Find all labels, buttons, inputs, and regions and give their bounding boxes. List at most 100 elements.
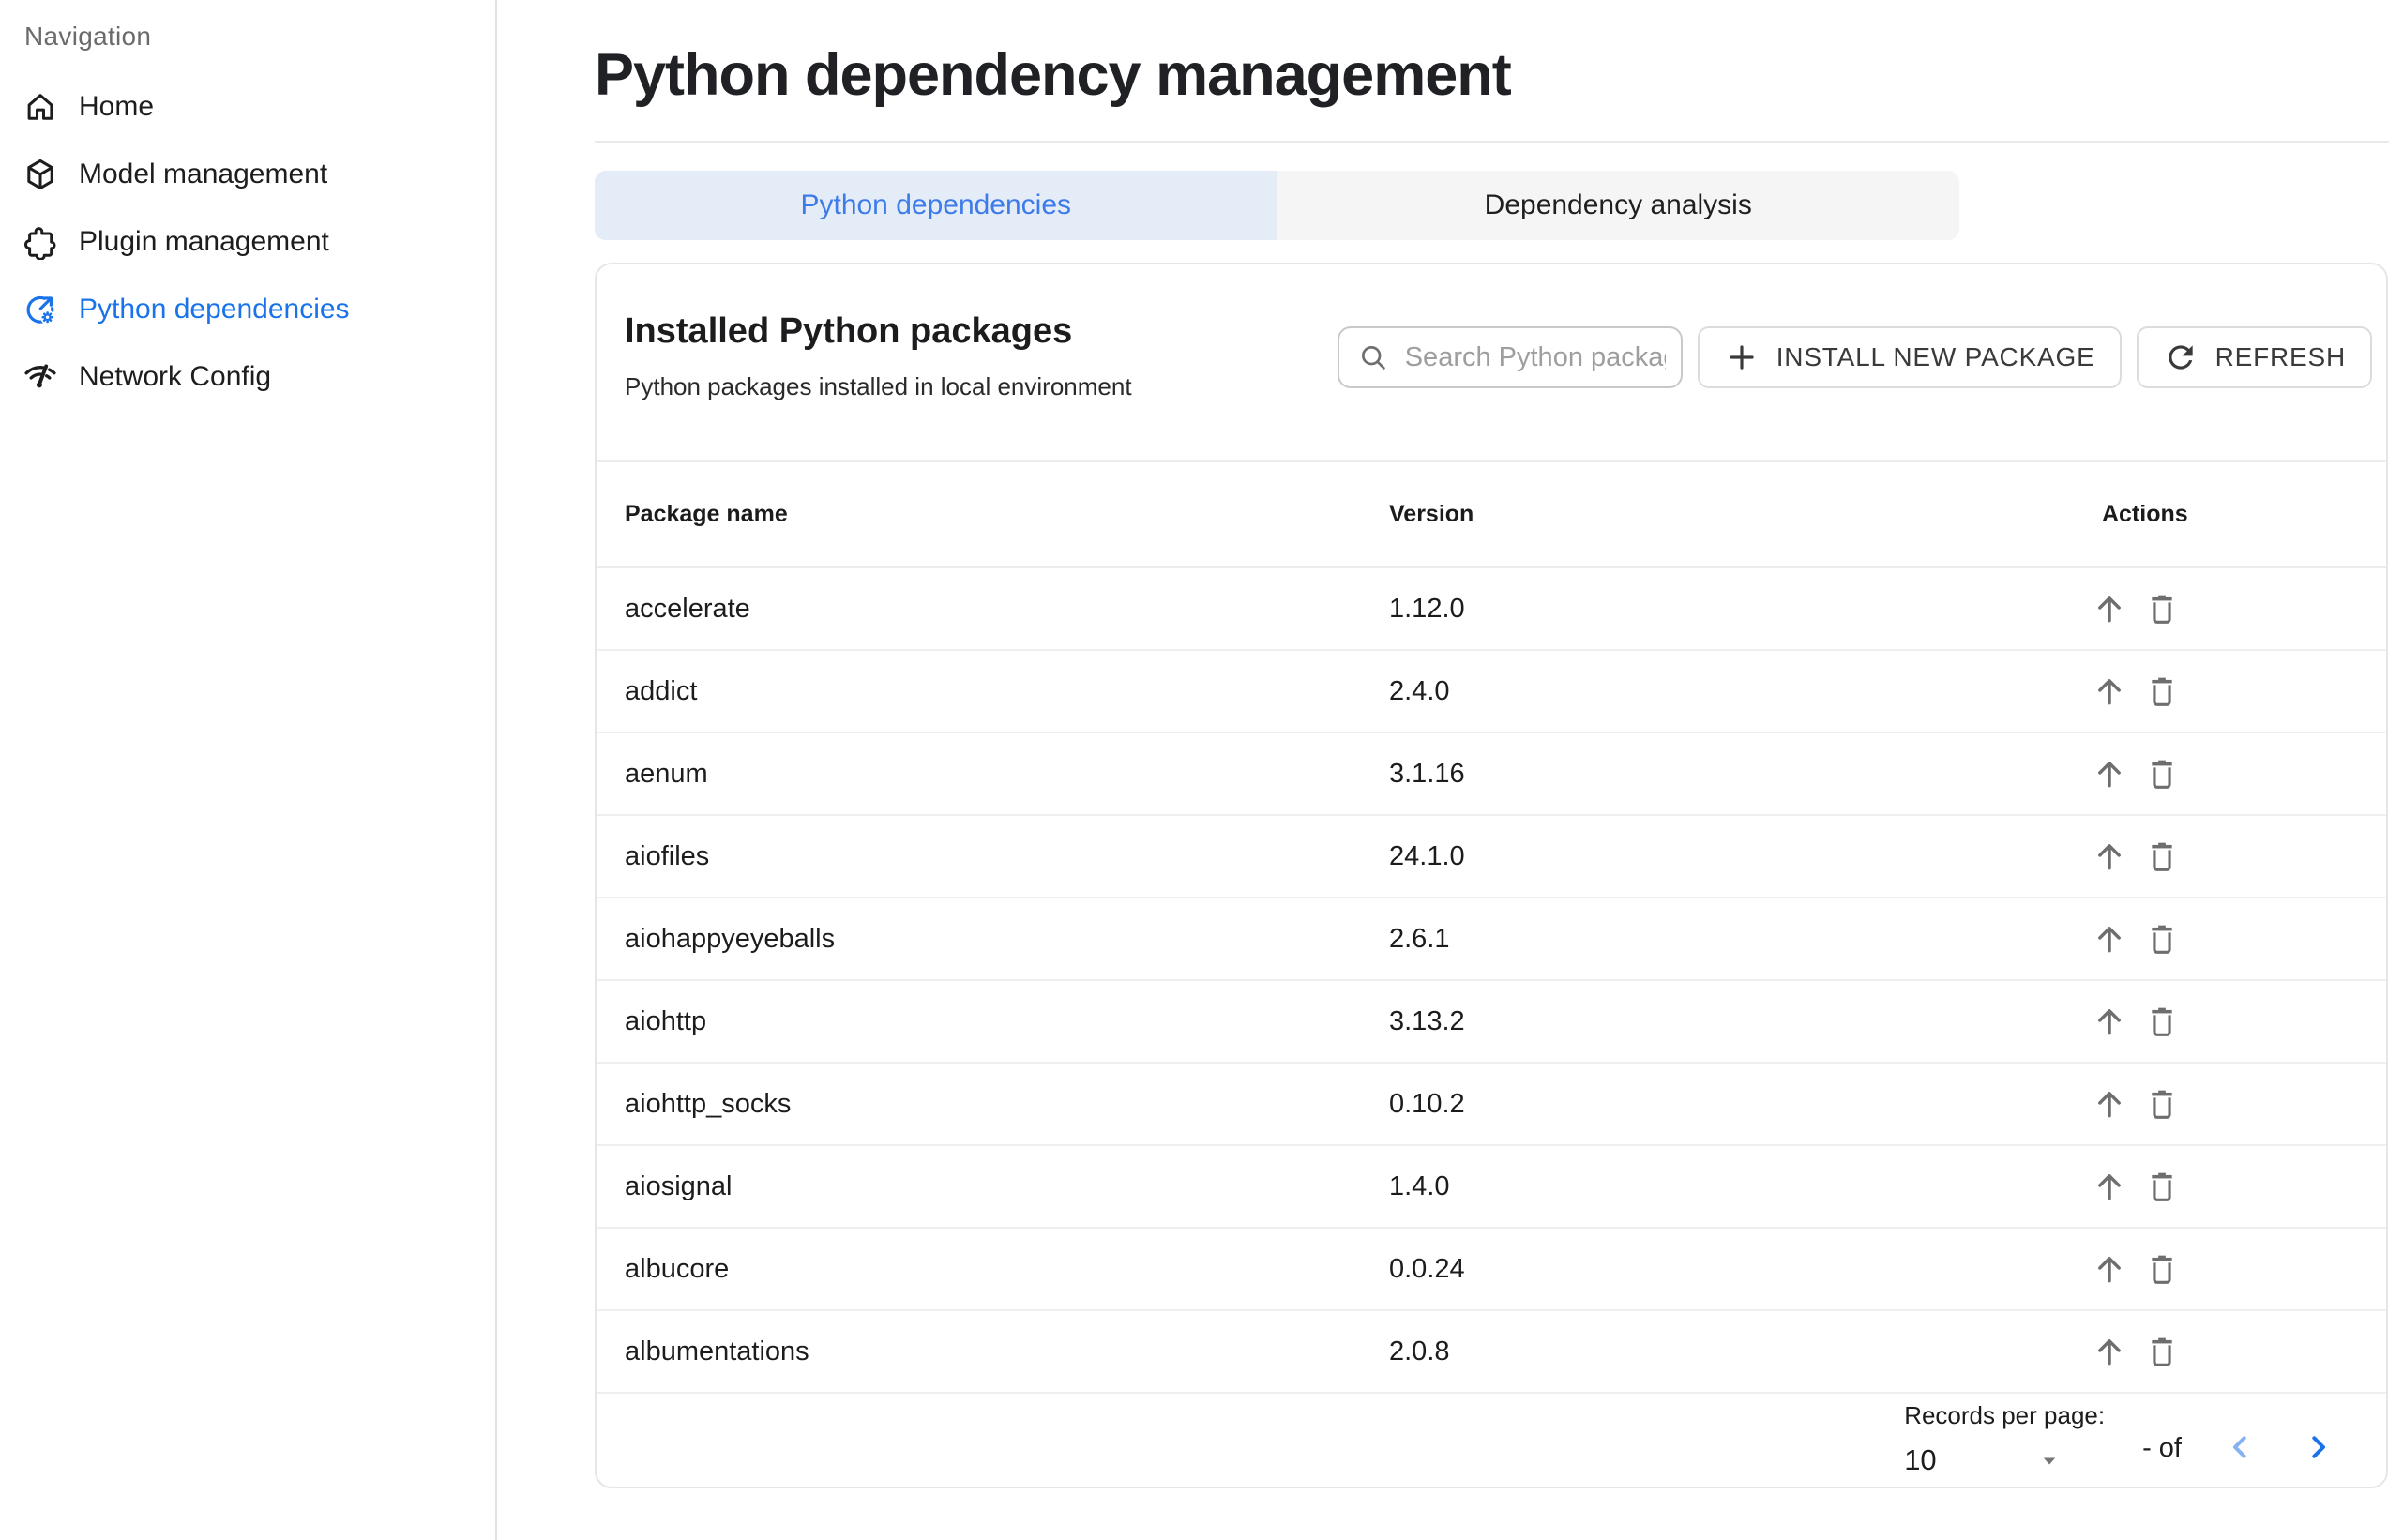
table-row: addict 2.4.0 [597,651,2386,733]
upgrade-package-button[interactable] [2088,1165,2131,1208]
trash-icon [2142,1084,2182,1124]
package-name-cell: aiofiles [625,841,1389,872]
sidebar-item-label: Home [79,91,154,123]
package-actions-cell [2088,587,2358,630]
upgrade-package-button[interactable] [2088,1330,2131,1373]
package-version-cell: 2.4.0 [1389,676,2102,707]
sidebar-item-label: Python dependencies [79,294,350,325]
sync-gear-icon [23,292,58,327]
package-version-cell: 1.12.0 [1389,594,2102,625]
tab-bar: Python dependencies Dependency analysis [595,171,1959,240]
package-version-cell: 3.1.16 [1389,759,2102,790]
records-per-page-label: Records per page: [1904,1401,2105,1430]
install-new-package-label: INSTALL NEW PACKAGE [1776,342,2095,372]
sidebar-item-python-dependencies[interactable]: Python dependencies [0,276,495,343]
delete-package-button[interactable] [2140,587,2184,630]
sidebar-item-label: Model management [79,159,327,190]
page-title: Python dependency management [595,41,2389,143]
installed-packages-card: Installed Python packages Python package… [595,263,2388,1488]
up-arrow-icon [2090,1002,2129,1041]
trash-icon [2142,1167,2182,1206]
chevron-left-icon [2221,1428,2259,1466]
trash-icon [2142,919,2182,959]
refresh-icon [2163,340,2199,375]
upgrade-package-button[interactable] [2088,835,2131,878]
sidebar-item-model-management[interactable]: Model management [0,141,495,208]
trash-icon [2142,1332,2182,1371]
refresh-button[interactable]: REFRESH [2137,326,2372,388]
trash-icon [2142,672,2182,711]
install-new-package-button[interactable]: INSTALL NEW PACKAGE [1698,326,2122,388]
tab-dependency-analysis[interactable]: Dependency analysis [1277,171,1960,240]
package-name-cell: albumentations [625,1336,1389,1367]
pagination-bar: Records per page: 10 - of [597,1394,2386,1487]
trash-icon [2142,837,2182,876]
package-version-cell: 1.4.0 [1389,1171,2102,1202]
card-actions: INSTALL NEW PACKAGE REFRESH [1338,326,2372,388]
delete-package-button[interactable] [2140,917,2184,960]
upgrade-package-button[interactable] [2088,1247,2131,1291]
package-version-cell: 24.1.0 [1389,841,2102,872]
delete-package-button[interactable] [2140,1330,2184,1373]
records-per-page-select[interactable]: 10 [1904,1443,2063,1477]
table-row: aiohttp 3.13.2 [597,981,2386,1064]
main-content: Python dependency management Python depe… [497,0,2403,1540]
sidebar-section-label: Navigation [0,15,495,58]
package-actions-cell [2088,835,2358,878]
package-actions-cell [2088,1000,2358,1043]
delete-package-button[interactable] [2140,752,2184,795]
sidebar-item-network-config[interactable]: Network Config [0,343,495,411]
table-row: aiosignal 1.4.0 [597,1146,2386,1229]
delete-package-button[interactable] [2140,670,2184,713]
sidebar-item-label: Plugin management [79,226,329,258]
card-titles: Installed Python packages Python package… [625,311,1132,401]
delete-package-button[interactable] [2140,1247,2184,1291]
package-version-cell: 2.0.8 [1389,1336,2102,1367]
table-row: aiohttp_socks 0.10.2 [597,1064,2386,1146]
table-row: albucore 0.0.24 [597,1229,2386,1311]
sidebar-item-home[interactable]: Home [0,73,495,141]
delete-package-button[interactable] [2140,1000,2184,1043]
search-input[interactable] [1403,341,1668,374]
table-body: accelerate 1.12.0 [597,568,2386,1394]
delete-package-button[interactable] [2140,1082,2184,1125]
package-version-cell: 0.0.24 [1389,1254,2102,1285]
upgrade-package-button[interactable] [2088,1000,2131,1043]
package-actions-cell [2088,752,2358,795]
up-arrow-icon [2090,837,2129,876]
search-icon [1356,340,1390,374]
delete-package-button[interactable] [2140,1165,2184,1208]
package-name-cell: accelerate [625,594,1389,625]
prev-page-button[interactable] [2219,1427,2260,1468]
card-subtitle: Python packages installed in local envir… [625,372,1132,401]
upgrade-package-button[interactable] [2088,587,2131,630]
next-page-button[interactable] [2298,1427,2339,1468]
trash-icon [2142,1249,2182,1289]
package-actions-cell [2088,1082,2358,1125]
delete-package-button[interactable] [2140,835,2184,878]
upgrade-package-button[interactable] [2088,670,2131,713]
puzzle-icon [23,224,58,260]
table-row: aiohappyeyeballs 2.6.1 [597,898,2386,981]
package-name-cell: addict [625,676,1389,707]
upgrade-package-button[interactable] [2088,917,2131,960]
network-check-icon [23,359,58,395]
up-arrow-icon [2090,1167,2129,1206]
tab-python-dependencies[interactable]: Python dependencies [595,171,1277,240]
refresh-label: REFRESH [2215,342,2346,372]
up-arrow-icon [2090,1249,2129,1289]
cube-icon [23,157,58,192]
up-arrow-icon [2090,589,2129,628]
search-box [1338,326,1683,388]
package-actions-cell [2088,917,2358,960]
table-row: albumentations 2.0.8 [597,1311,2386,1394]
package-actions-cell [2088,1247,2358,1291]
upgrade-package-button[interactable] [2088,752,2131,795]
column-header-version: Version [1389,501,2102,528]
up-arrow-icon [2090,1332,2129,1371]
column-header-actions: Actions [2102,501,2358,528]
sidebar-item-plugin-management[interactable]: Plugin management [0,208,495,276]
up-arrow-icon [2090,754,2129,793]
package-actions-cell [2088,1165,2358,1208]
upgrade-package-button[interactable] [2088,1082,2131,1125]
